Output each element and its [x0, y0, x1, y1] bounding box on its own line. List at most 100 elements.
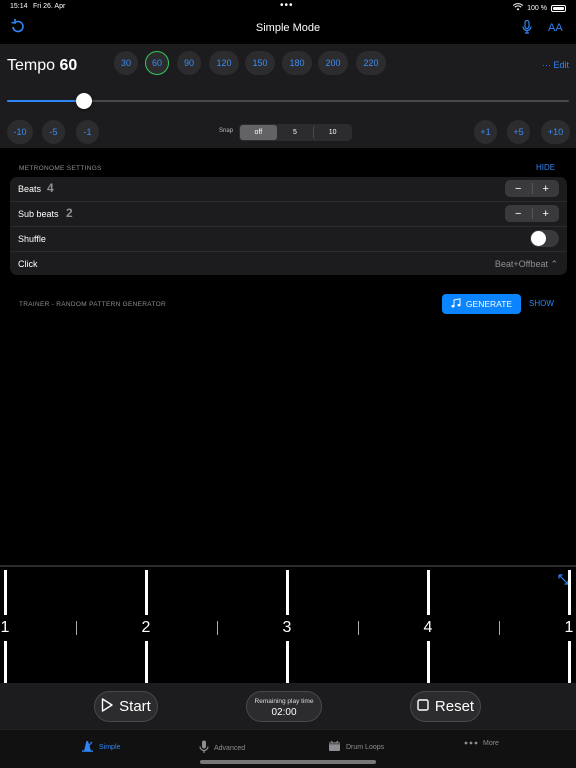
tempo-panel: Tempo 60 30 60 90 120 150 180 200 220 ··· Edit … — [0, 44, 576, 148]
tempo-preset-90[interactable]: 90 — [177, 51, 201, 75]
tempo-slider[interactable] — [7, 93, 569, 109]
slider-thumb[interactable] — [76, 93, 92, 109]
tempo-preset-120[interactable]: 120 — [209, 51, 239, 75]
metronome-icon — [80, 740, 94, 754]
more-dots-icon — [464, 740, 478, 747]
show-trainer-button[interactable]: SHOW — [529, 299, 554, 308]
shuffle-toggle[interactable] — [530, 230, 559, 247]
generate-label: GENERATE — [465, 299, 513, 309]
beats-stepper[interactable]: − + — [505, 180, 559, 197]
snap-option-5[interactable]: 5 — [277, 125, 314, 140]
beat-marker — [427, 570, 430, 615]
slider-fill — [7, 100, 84, 102]
tab-advanced-label: Advanced — [214, 744, 246, 752]
subbeats-label: Sub beats — [18, 209, 59, 219]
battery-icon — [551, 4, 566, 12]
tab-drum-loops-label: Drum Loops — [346, 743, 385, 751]
tempo-step+5-button[interactable]: +5 — [507, 120, 530, 144]
subbeat-tick — [499, 621, 500, 635]
music-notes-icon — [451, 298, 462, 310]
tab-more[interactable]: More — [464, 740, 499, 747]
reset-label: Reset — [434, 698, 475, 715]
remaining-time-label: Remaining play time — [254, 698, 314, 705]
hide-settings-button[interactable]: HIDE — [536, 163, 555, 172]
home-indicator[interactable] — [200, 760, 376, 764]
subbeats-stepper[interactable]: − + — [505, 205, 559, 222]
shuffle-label: Shuffle — [18, 234, 46, 244]
tempo-preset-150[interactable]: 150 — [245, 51, 275, 75]
tempo-step+10-button[interactable]: +10 — [541, 120, 570, 144]
transport-bar: Start Remaining play time 02:00 Reset — [0, 683, 576, 729]
tempo-preset-200[interactable]: 200 — [318, 51, 348, 75]
beat-number: 3 — [282, 619, 292, 636]
beats-plus-button[interactable]: + — [533, 180, 560, 197]
subbeat-tick — [76, 621, 77, 635]
tab-simple[interactable]: Simple — [80, 740, 120, 754]
page-title: Simple Mode — [255, 22, 321, 34]
beat-number: 1 — [0, 619, 10, 636]
subbeats-minus-button[interactable]: − — [505, 205, 532, 222]
beat-marker — [4, 570, 7, 615]
beat-number: 4 — [423, 619, 433, 636]
status-time: 15:14 — [10, 3, 28, 10]
snap-label: Snap — [219, 128, 234, 134]
tempo-preset-180[interactable]: 180 — [282, 51, 312, 75]
subbeats-row: Sub beats 2 − + — [10, 201, 567, 225]
beat-number: 2 — [141, 619, 151, 636]
text-size-button[interactable]: AA — [548, 22, 563, 34]
tempo-step-1-button[interactable]: -1 — [76, 120, 99, 144]
microphone-icon — [199, 740, 209, 756]
beats-value: 4 — [47, 181, 54, 195]
play-icon — [101, 697, 113, 716]
battery-percent: 100 % — [527, 4, 547, 12]
tab-advanced[interactable]: Advanced — [199, 740, 245, 756]
tempo-step+1-button[interactable]: +1 — [474, 120, 497, 144]
multitask-dots[interactable]: ••• — [280, 0, 294, 11]
beat-marker — [568, 570, 571, 615]
tempo-value: 60 — [59, 57, 78, 74]
tab-drum-loops[interactable]: Drum Loops — [328, 740, 384, 754]
tab-more-label: More — [483, 740, 499, 747]
tempo-preset-30[interactable]: 30 — [114, 51, 138, 75]
edit-button[interactable]: ··· Edit — [542, 60, 569, 70]
subbeats-plus-button[interactable]: + — [533, 205, 560, 222]
tempo-label: Tempo — [7, 57, 56, 74]
beat-number: 1 — [564, 619, 574, 636]
status-right: 100 % — [513, 3, 566, 13]
beat-marker — [427, 641, 430, 683]
start-button[interactable]: Start — [94, 691, 158, 722]
status-date: Fri 26. Apr — [33, 3, 66, 10]
tempo-step-5-button[interactable]: -5 — [42, 120, 65, 144]
tab-simple-label: Simple — [99, 743, 121, 751]
beat-marker — [568, 641, 571, 683]
beat-marker — [286, 570, 289, 615]
trainer-title: TRAINER - RANDOM PATTERN GENERATOR — [19, 301, 166, 308]
snap-segmented-control[interactable]: off 5 10 — [239, 124, 352, 141]
reset-button[interactable]: Reset — [410, 691, 481, 722]
tempo-preset-60[interactable]: 60 — [145, 51, 169, 75]
beat-marker — [145, 641, 148, 683]
drum-icon — [328, 740, 341, 754]
snap-option-off[interactable]: off — [240, 125, 277, 140]
subbeat-tick — [217, 621, 218, 635]
metronome-settings-list: Beats 4 − + Sub beats 2 − + Shuffle Clic… — [10, 177, 567, 275]
microphone-icon[interactable] — [522, 19, 532, 39]
beat-marker — [4, 641, 7, 683]
snap-option-10[interactable]: 10 — [313, 125, 351, 140]
beat-visualizer: 1 2 3 4 1 — [0, 565, 576, 683]
toggle-knob — [531, 231, 546, 246]
beats-minus-button[interactable]: − — [505, 180, 532, 197]
stop-square-icon — [417, 698, 429, 715]
click-select[interactable]: Beat+Offbeat ⌃ — [495, 259, 558, 270]
click-label: Click — [18, 259, 38, 269]
tempo-preset-220[interactable]: 220 — [356, 51, 386, 75]
beats-row: Beats 4 − + — [10, 177, 567, 201]
click-row[interactable]: Click Beat+Offbeat ⌃ — [10, 251, 567, 275]
tempo-step-10-button[interactable]: -10 — [7, 120, 33, 144]
start-label: Start — [119, 698, 151, 715]
generate-button[interactable]: GENERATE — [442, 294, 521, 314]
remaining-time-value: 02:00 — [271, 707, 297, 718]
beat-marker — [286, 641, 289, 683]
navigation-bar: Simple Mode AA — [0, 14, 576, 44]
remaining-time-display[interactable]: Remaining play time 02:00 — [246, 691, 322, 722]
